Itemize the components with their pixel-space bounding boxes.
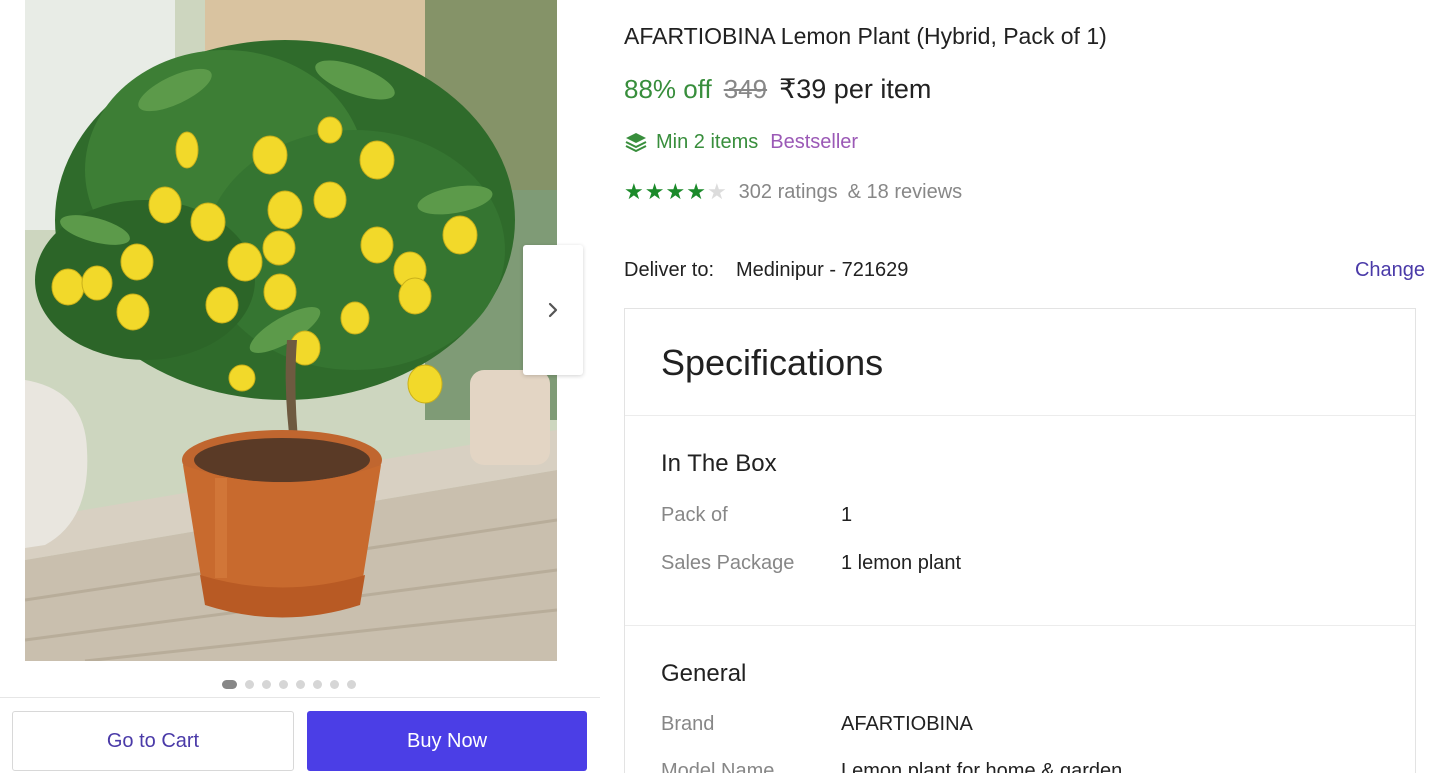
lemon-plant-illustration (25, 0, 557, 661)
pagination-dot[interactable] (222, 679, 237, 689)
spec-value: AFARTIOBINA (841, 713, 973, 735)
product-title: AFARTIOBINA Lemon Plant (Hybrid, Pack of… (624, 23, 1107, 49)
selling-price: ₹39 per item (779, 74, 932, 104)
spec-group-title: In The Box (661, 450, 777, 477)
star-icon: ★ (686, 179, 706, 204)
specifications-title: Specifications (661, 342, 884, 383)
price-row: 88% off 349 ₹39 per item (624, 74, 931, 105)
product-details: AFARTIOBINA Lemon Plant (Hybrid, Pack of… (624, 0, 1440, 773)
next-image-button[interactable] (523, 245, 583, 375)
spec-key: Sales Package (661, 552, 795, 574)
delivery-location: Medinipur - 721629 (736, 259, 909, 281)
spec-key: Model Name (661, 760, 775, 773)
go-to-cart-button[interactable]: Go to Cart (12, 711, 294, 771)
reviews-count: & 18 reviews (847, 180, 963, 203)
pagination-dot[interactable] (313, 679, 322, 689)
star-icon: ★ (665, 179, 686, 204)
divider (625, 625, 1415, 626)
specifications-card: Specifications In The Box Pack of 1 Sale… (624, 308, 1416, 773)
deliver-to-label: Deliver to: (624, 259, 715, 281)
pagination-dot[interactable] (262, 679, 271, 689)
product-image[interactable] (25, 0, 557, 661)
action-bar: Go to Cart Buy Now (0, 697, 600, 773)
change-location-link[interactable]: Change (1355, 259, 1425, 282)
buy-now-button[interactable]: Buy Now (307, 711, 587, 771)
spec-value: Lemon plant for home & garden (841, 760, 1123, 773)
discount-percent: 88% off (624, 74, 712, 104)
badges-row: Min 2 items Bestseller (624, 130, 858, 154)
original-price: 349 (723, 74, 768, 104)
product-gallery: Go to Cart Buy Now (0, 0, 600, 773)
star-icon: ★ (644, 179, 665, 204)
min-items-badge: Min 2 items (656, 130, 759, 153)
layers-icon (625, 133, 647, 152)
spec-group-title: General (661, 660, 747, 687)
star-icon: ★ (624, 179, 644, 204)
pagination-dot[interactable] (330, 679, 339, 689)
pagination-dot[interactable] (296, 679, 305, 689)
bestseller-badge: Bestseller (770, 130, 859, 153)
star-rating: ★ ★ ★ ★ ★ (624, 180, 727, 204)
ratings-count: 302 ratings (738, 180, 838, 203)
divider (625, 415, 1415, 416)
spec-value: 1 (841, 504, 853, 526)
rating-row[interactable]: ★ ★ ★ ★ ★ 302 ratings & 18 reviews (624, 180, 962, 204)
delivery-row: Deliver to: Medinipur - 721629 Change (624, 259, 1426, 287)
pagination-dot[interactable] (245, 679, 254, 689)
chevron-right-icon (548, 302, 558, 318)
star-icon: ★ (706, 179, 727, 204)
spec-value: 1 lemon plant (841, 552, 962, 574)
spec-key: Brand (661, 713, 715, 735)
image-pagination-dots (222, 679, 356, 689)
pagination-dot[interactable] (347, 679, 356, 689)
pagination-dot[interactable] (279, 679, 288, 689)
spec-key: Pack of (661, 504, 728, 526)
